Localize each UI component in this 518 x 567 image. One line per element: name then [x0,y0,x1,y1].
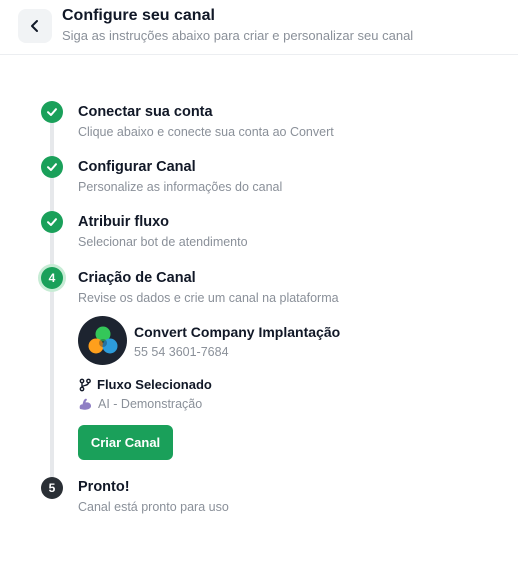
channel-logo [78,316,127,365]
convert-logo-icon [88,326,117,353]
channel-name: Convert Company Implantação [134,324,341,340]
step-2-check-icon [41,156,63,178]
step-3-check-icon [41,211,63,233]
selected-flow-value: AI - Demonstração [98,397,203,411]
step-1-title: Conectar sua conta [78,104,213,120]
step-4-title: Criação de Canal [78,270,196,286]
step-5-description: Canal está pronto para uso [78,500,229,514]
selected-flow-value-row: AI - Demonstração [78,397,202,411]
flexed-arm-icon [79,398,92,410]
page-title: Configure seu canal [62,7,215,24]
page-subtitle: Siga as instruções abaixo para criar e p… [62,28,414,43]
selected-flow-header: Fluxo Selecionado [78,377,212,392]
create-channel-button[interactable]: Criar Canal [78,425,173,460]
channel-phone: 55 54 3601-7684 [134,345,229,359]
step-2-title: Configurar Canal [78,159,196,175]
chevron-left-icon [31,20,38,32]
back-button[interactable] [18,9,52,43]
step-3-title: Atribuir fluxo [78,214,170,230]
page-header: Configure seu canal Siga as instruções a… [0,0,518,55]
step-5-title: Pronto! [78,479,130,495]
git-branch-icon [79,378,91,391]
selected-flow-label: Fluxo Selecionado [97,377,212,392]
step-4-description: Revise os dados e crie um canal na plata… [78,291,339,305]
step-2-description: Personalize as informações do canal [78,180,283,194]
step-1-description: Clique abaixo e conecte sua conta ao Con… [78,125,334,139]
step-3-description: Selecionar bot de atendimento [78,235,248,249]
step-4-number-badge: 4 [41,267,63,289]
step-5-number-badge: 5 [41,477,63,499]
step-1-check-icon [41,101,63,123]
